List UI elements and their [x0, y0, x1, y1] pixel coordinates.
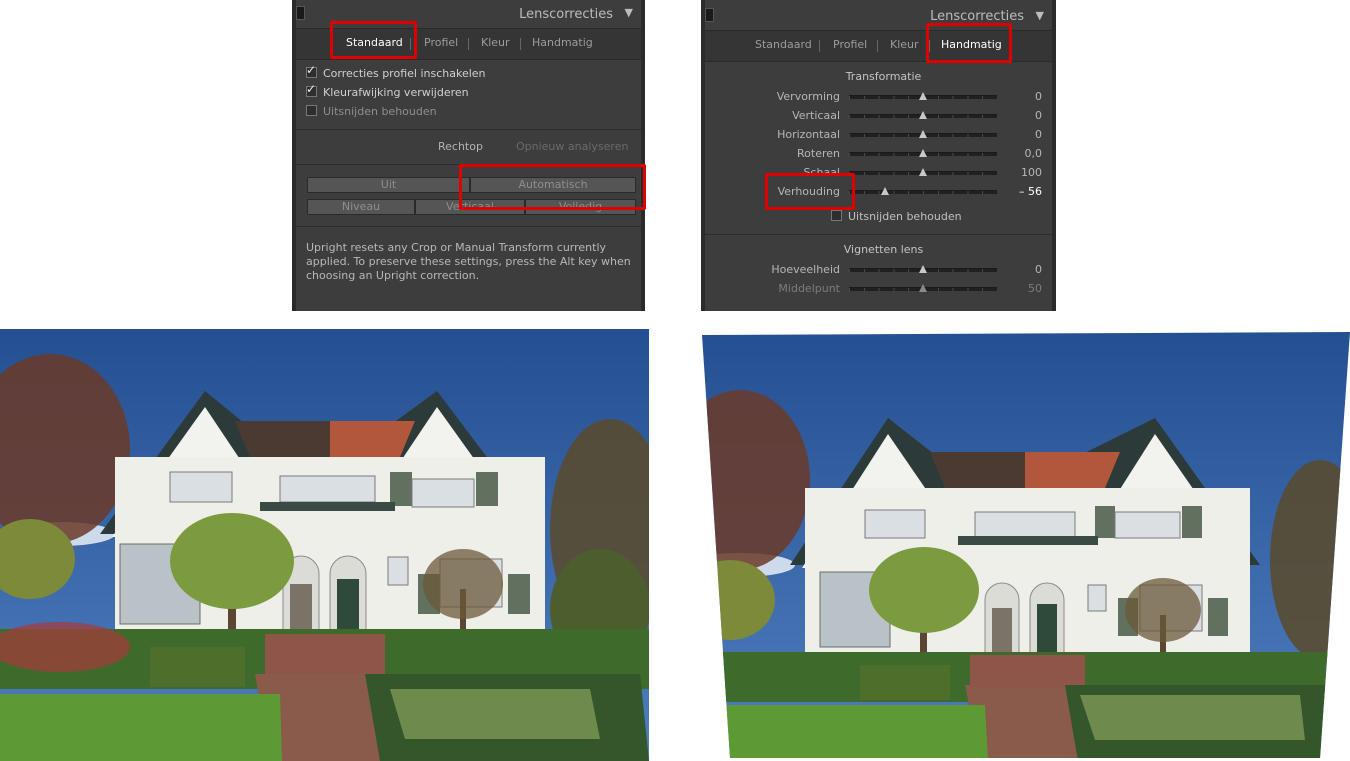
left-panel-title: Lenscorrecties: [519, 7, 613, 22]
tab-kleur[interactable]: Kleur: [890, 38, 919, 51]
slider-thumb-icon[interactable]: [919, 130, 927, 138]
checkmark-icon: [306, 63, 317, 78]
checkbox-empty-icon: [306, 105, 317, 116]
slider-thumb-icon[interactable]: [919, 168, 927, 176]
panel-grip-icon[interactable]: [296, 6, 305, 20]
slider-label: Horizontaal: [777, 128, 840, 141]
checkbox-keep-crop[interactable]: Uitsnijden behouden: [306, 105, 437, 118]
tab-profiel[interactable]: Profiel: [424, 36, 458, 49]
checkbox-keep-crop[interactable]: Uitsnijden behouden: [831, 210, 962, 223]
slider-value[interactable]: 0: [1035, 90, 1042, 103]
slider-value[interactable]: 0,0: [1025, 147, 1043, 160]
highlight-box-automatisch: [459, 164, 646, 210]
house-illustration-transformed: [702, 332, 1350, 758]
transform-section-title: Transformatie: [845, 70, 922, 83]
house-photo-corrected: [700, 330, 1350, 761]
checkmark-icon: [306, 82, 317, 97]
slider-label: Verticaal: [792, 109, 840, 122]
highlight-box-verhouding: [765, 173, 855, 210]
slider-value[interactable]: 0: [1035, 128, 1042, 141]
slider-value[interactable]: – 56: [1019, 185, 1042, 198]
checkbox-profile-corrections[interactable]: Correcties profiel inschakelen: [306, 63, 486, 80]
slider-thumb-icon[interactable]: [919, 149, 927, 157]
left-lens-corrections-panel: Lenscorrecties ▼ Standaard Profiel Kleur…: [292, 0, 646, 311]
right-panel-title: Lenscorrecties: [930, 9, 1024, 24]
tab-separator: [877, 40, 878, 52]
collapse-triangle-icon[interactable]: ▼: [1036, 9, 1044, 22]
checkbox-label: Uitsnijden behouden: [323, 105, 437, 118]
collapse-triangle-icon[interactable]: ▼: [625, 6, 633, 19]
slider-label: Vervorming: [776, 90, 840, 103]
highlight-box-standaard-tab: [330, 21, 417, 59]
slider-label: Roteren: [797, 147, 840, 160]
checkbox-empty-icon: [831, 210, 842, 221]
tab-profiel[interactable]: Profiel: [833, 38, 867, 51]
upright-off-button[interactable]: Uit: [307, 177, 470, 193]
checkbox-remove-aberration[interactable]: Kleurafwijking verwijderen: [306, 82, 469, 99]
reanalyze-button[interactable]: Opnieuw analyseren: [516, 140, 628, 153]
highlight-box-handmatig-tab: [926, 23, 1012, 63]
tab-handmatig[interactable]: Handmatig: [532, 36, 593, 49]
checkbox-label: Correcties profiel inschakelen: [323, 67, 486, 80]
slider-thumb-icon[interactable]: [919, 111, 927, 119]
slider-label: Hoeveelheid: [771, 263, 840, 276]
house-photo-original: [0, 329, 649, 761]
checkbox-label: Uitsnijden behouden: [848, 210, 962, 223]
slider-thumb-icon[interactable]: [919, 92, 927, 100]
tab-standaard[interactable]: Standaard: [755, 38, 812, 51]
divider: [296, 129, 641, 130]
panel-grip-icon[interactable]: [705, 8, 714, 22]
vignette-section-title: Vignetten lens: [843, 243, 924, 256]
slider-ticks: [849, 191, 997, 194]
slider-label: Middelpunt: [778, 282, 840, 295]
right-lens-corrections-panel: Lenscorrecties ▼ Standaard Profiel Kleur…: [701, 0, 1056, 311]
slider-value[interactable]: 50: [1028, 282, 1042, 295]
tab-separator: [520, 38, 521, 50]
slider-value[interactable]: 0: [1035, 109, 1042, 122]
tab-separator: [468, 38, 469, 50]
slider-thumb-icon[interactable]: [919, 284, 927, 292]
upright-level-button[interactable]: Niveau: [307, 199, 415, 215]
tab-separator: [819, 40, 820, 52]
tab-kleur[interactable]: Kleur: [481, 36, 510, 49]
checkbox-label: Kleurafwijking verwijderen: [323, 86, 469, 99]
divider: [705, 234, 1052, 235]
upright-label: Rechtop: [438, 140, 483, 153]
slider-value[interactable]: 100: [1021, 166, 1042, 179]
slider-thumb-icon[interactable]: [919, 265, 927, 273]
slider-thumb-icon[interactable]: [880, 187, 889, 195]
house-illustration: [0, 329, 649, 761]
slider-value[interactable]: 0: [1035, 263, 1042, 276]
divider: [296, 226, 641, 227]
upright-note: Upright resets any Crop or Manual Transf…: [306, 241, 631, 282]
